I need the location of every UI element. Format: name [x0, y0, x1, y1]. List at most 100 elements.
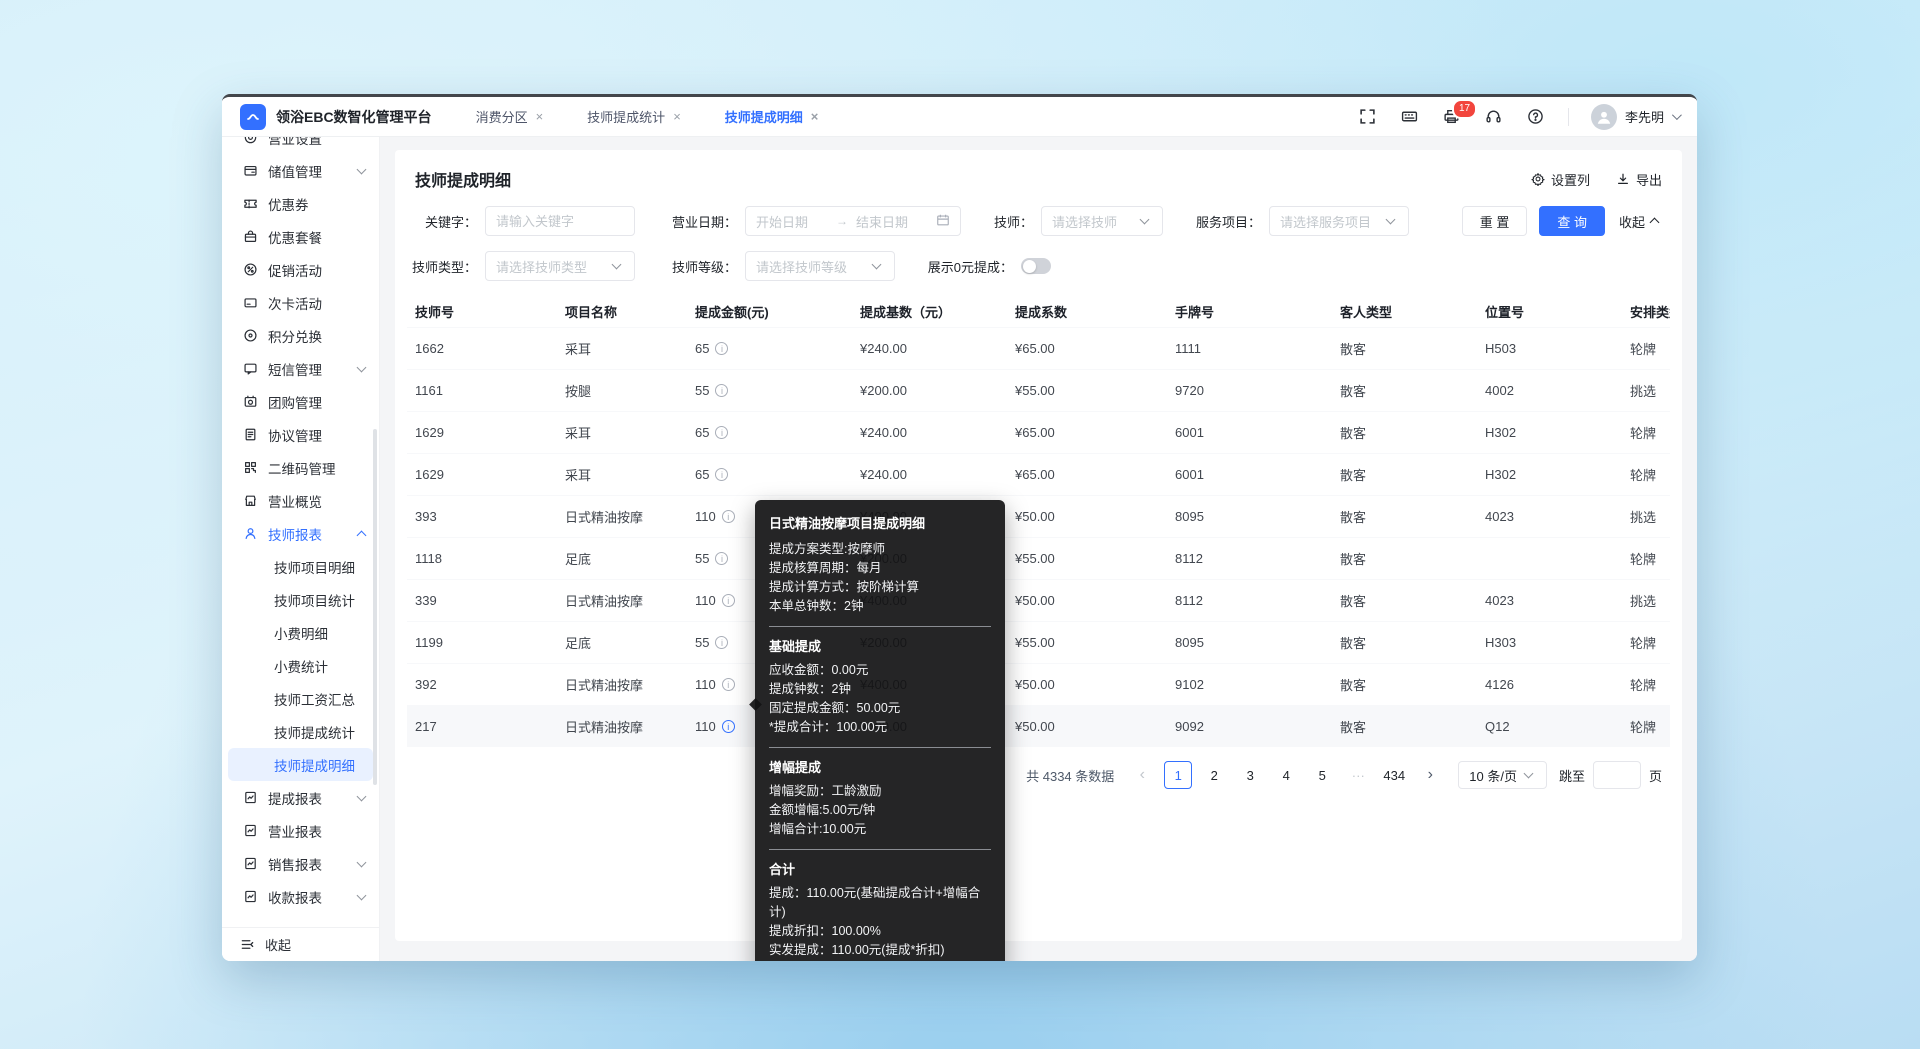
tab-1[interactable]: 技师提成统计 ×	[587, 107, 681, 126]
sidebar-item-13[interactable]: 提成报表	[222, 781, 379, 814]
fullscreen-icon[interactable]	[1358, 107, 1378, 127]
help-icon[interactable]	[1526, 107, 1546, 127]
headset-icon[interactable]	[1484, 107, 1504, 127]
sidebar-subitem-1[interactable]: 技师项目统计	[228, 583, 373, 616]
sidebar-item-0[interactable]: 营业设置	[222, 137, 379, 154]
cell-position: Q12	[1477, 705, 1622, 747]
zero-commission-toggle[interactable]	[1021, 258, 1051, 274]
printer-icon[interactable]: 17	[1442, 107, 1462, 127]
cell-arrange: 轮牌	[1622, 705, 1670, 747]
query-button[interactable]: 查 询	[1539, 206, 1605, 236]
tab-0[interactable]: 消费分区×	[476, 107, 544, 126]
sidebar-subitem-5[interactable]: 技师提成统计	[228, 715, 373, 748]
info-icon[interactable]: i	[722, 678, 735, 691]
table-row: 1161按腿55i¥200.00¥55.009720散客4002挑选	[407, 369, 1670, 411]
date-range-input[interactable]: 开始日期 → 结束日期	[745, 206, 961, 236]
cell-guest_type: 散客	[1332, 663, 1477, 705]
jump-page-input[interactable]	[1593, 761, 1641, 789]
sidebar-item-6[interactable]: 积分兑换	[222, 319, 379, 352]
page-number-4[interactable]: 4	[1272, 761, 1300, 789]
sidebar-item-15[interactable]: 销售报表	[222, 847, 379, 880]
keyword-input[interactable]	[485, 206, 635, 236]
tooltip-line: 提成计算方式：按阶梯计算	[769, 578, 991, 597]
sidebar-item-2[interactable]: 优惠券	[222, 187, 379, 220]
close-icon[interactable]: ×	[811, 110, 819, 123]
column-header: 项目名称	[557, 297, 687, 327]
page-number-1[interactable]: 1	[1164, 761, 1192, 789]
sidebar-item-label: 营业设置	[268, 137, 369, 148]
info-icon[interactable]: i	[715, 636, 728, 649]
page-size-select[interactable]: 10 条/页	[1458, 761, 1547, 789]
technician-select[interactable]: 请选择技师	[1041, 206, 1163, 236]
export-button[interactable]: 导出	[1616, 170, 1662, 189]
sidebar-item-3[interactable]: 优惠套餐	[222, 220, 379, 253]
info-icon[interactable]: i	[715, 426, 728, 439]
tab-label: 技师提成统计	[587, 107, 665, 126]
page-number-3[interactable]: 3	[1236, 761, 1264, 789]
tech-type-select[interactable]: 请选择技师类型	[485, 251, 635, 281]
cell-coef: ¥55.00	[1007, 621, 1167, 663]
info-icon[interactable]: i	[722, 510, 735, 523]
user-menu[interactable]: 李先明	[1591, 104, 1679, 130]
sidebar-subitem-2[interactable]: 小费明细	[228, 616, 373, 649]
sidebar-scrollbar[interactable]	[373, 429, 377, 785]
tooltip-line: 提成钟数：2钟	[769, 680, 991, 699]
cell-project: 日式精油按摩	[557, 705, 687, 747]
page-number-2[interactable]: 2	[1200, 761, 1228, 789]
sidebar-item-4[interactable]: 促销活动	[222, 253, 379, 286]
date-arrow: →	[836, 214, 848, 228]
filters-collapse-link[interactable]: 收起	[1619, 212, 1662, 231]
calendar-icon	[936, 213, 950, 230]
sidebar-collapse-button[interactable]: 收起	[222, 927, 379, 961]
cell-brand_no: 9092	[1167, 705, 1332, 747]
sidebar-item-11[interactable]: 营业概览	[222, 484, 379, 517]
sidebar-item-16[interactable]: 收款报表	[222, 880, 379, 913]
close-icon[interactable]: ×	[673, 110, 681, 123]
sidebar-subitem-0[interactable]: 技师项目明细	[228, 550, 373, 583]
info-icon[interactable]: i	[722, 594, 735, 607]
tech-level-placeholder: 请选择技师等级	[756, 257, 865, 276]
page-number-5[interactable]: 5	[1308, 761, 1336, 789]
sidebar-item-12[interactable]: 技师报表	[222, 517, 379, 550]
next-page-button[interactable]: ›	[1416, 761, 1444, 789]
sidebar-item-label: 优惠套餐	[268, 227, 369, 247]
sidebar-item-5[interactable]: 次卡活动	[222, 286, 379, 319]
prev-page-button[interactable]: ‹	[1128, 761, 1156, 789]
topbar-actions: 17 李先明	[1358, 104, 1679, 130]
set-columns-button[interactable]: 设置列	[1531, 170, 1590, 189]
cell-guest_type: 散客	[1332, 621, 1477, 663]
cell-project: 采耳	[557, 453, 687, 495]
reset-button[interactable]: 重 置	[1462, 206, 1528, 236]
chevron-down-icon	[357, 164, 367, 174]
sidebar-item-10[interactable]: 二维码管理	[222, 451, 379, 484]
tech-level-select[interactable]: 请选择技师等级	[745, 251, 895, 281]
sms-icon	[242, 361, 258, 377]
close-icon[interactable]: ×	[536, 110, 544, 123]
sidebar-item-8[interactable]: 团购管理	[222, 385, 379, 418]
filter-row-2: 技师类型： 请选择技师类型 技师等级： 请选择技师等级 展示0元提成：	[407, 251, 1670, 281]
user-name: 李先明	[1625, 107, 1664, 126]
sidebar-item-9[interactable]: 协议管理	[222, 418, 379, 451]
report-icon	[242, 856, 258, 872]
info-icon[interactable]: i	[715, 342, 728, 355]
sidebar-item-1[interactable]: 储值管理	[222, 154, 379, 187]
info-icon[interactable]: i	[715, 552, 728, 565]
info-icon[interactable]: i	[722, 720, 735, 733]
cell-amount: 55i	[687, 369, 852, 411]
table-row: 1662采耳65i¥240.00¥65.001111散客H503轮牌	[407, 327, 1670, 369]
sidebar-subitem-4[interactable]: 技师工资汇总	[228, 682, 373, 715]
sidebar-subitem-3[interactable]: 小费统计	[228, 649, 373, 682]
cell-guest_type: 散客	[1332, 327, 1477, 369]
app-title: 领浴EBC数智化管理平台	[276, 107, 432, 127]
info-icon[interactable]: i	[715, 468, 728, 481]
sidebar-subitem-6[interactable]: 技师提成明细	[228, 748, 373, 781]
tab-2[interactable]: 技师提成明细×	[725, 107, 819, 126]
service-select[interactable]: 请选择服务项目	[1269, 206, 1409, 236]
page-number-434[interactable]: 434	[1380, 761, 1408, 789]
info-icon[interactable]: i	[715, 384, 728, 397]
zero-toggle-label: 展示0元提成：	[919, 257, 1013, 276]
keyboard-icon[interactable]	[1400, 107, 1420, 127]
sidebar-item-7[interactable]: 短信管理	[222, 352, 379, 385]
sidebar-item-14[interactable]: 营业报表	[222, 814, 379, 847]
cell-brand_no: 8095	[1167, 495, 1332, 537]
